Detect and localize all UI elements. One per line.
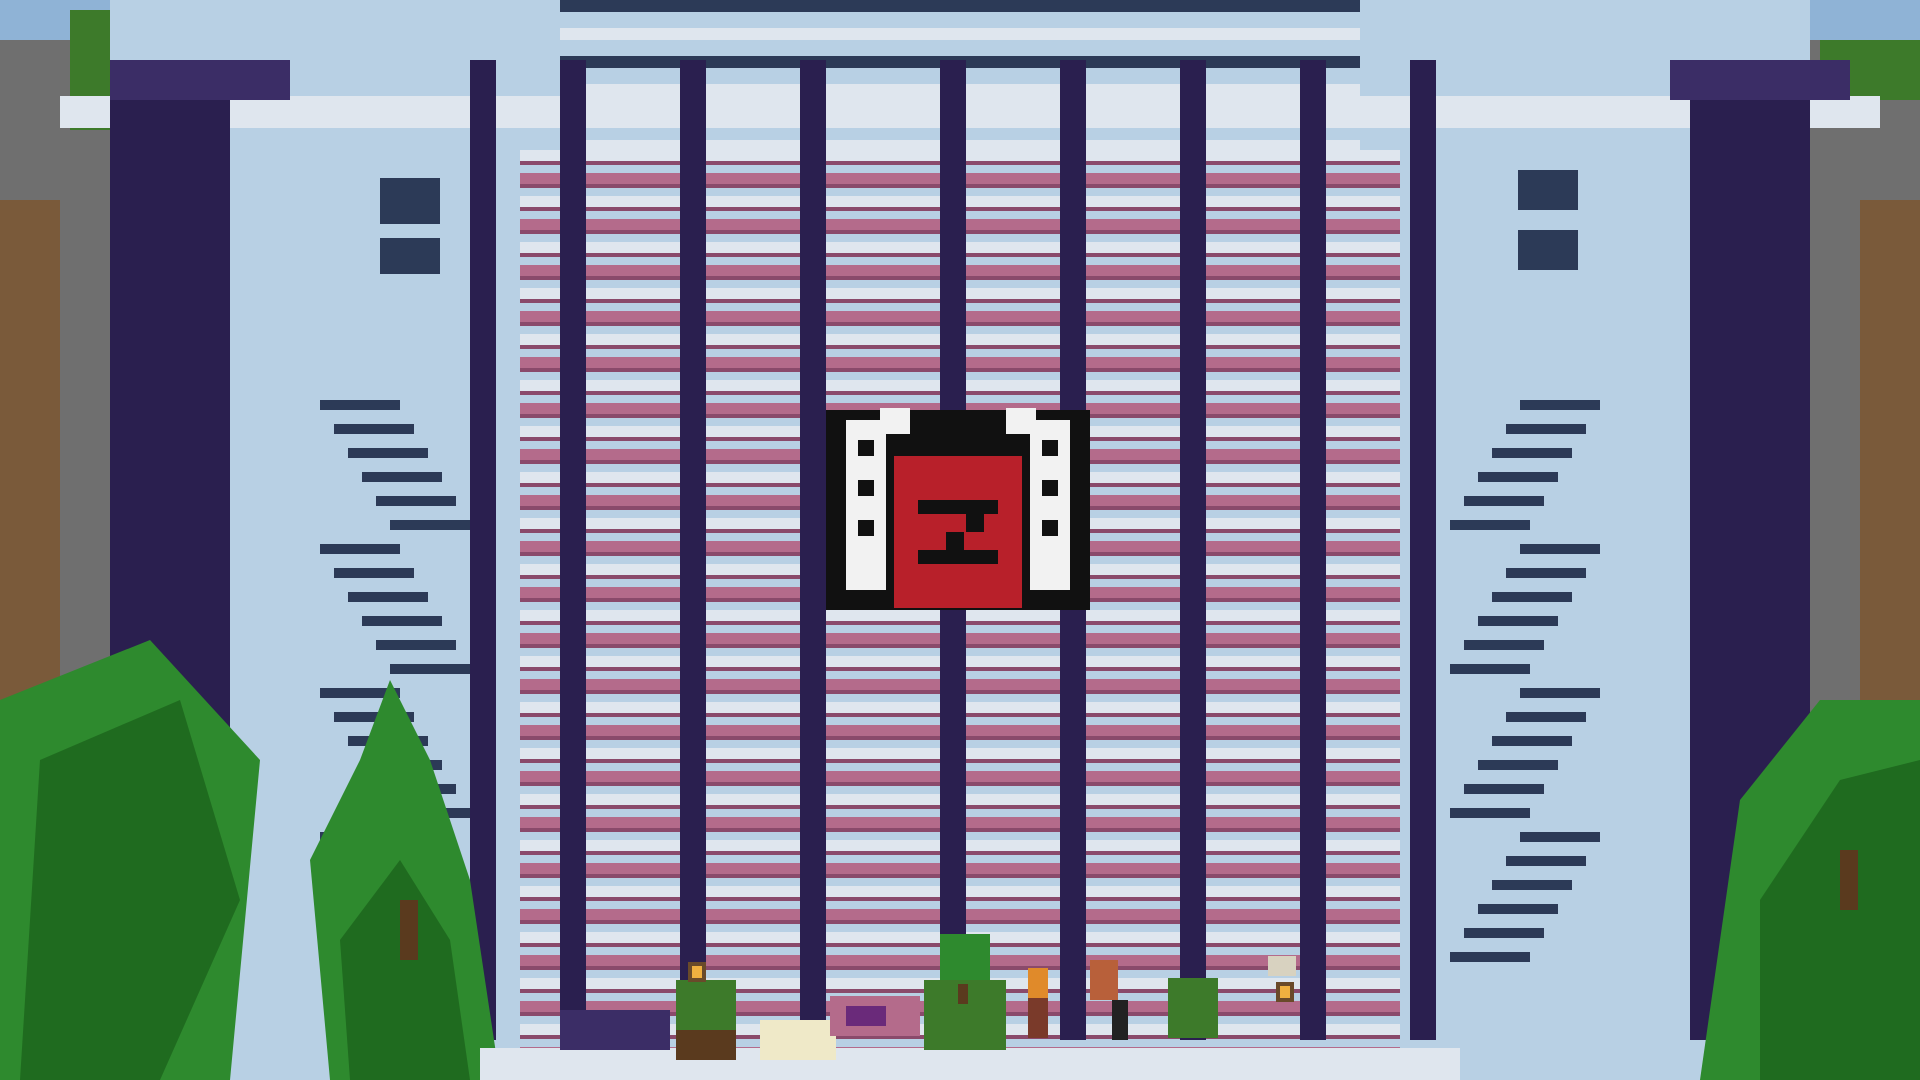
step-right: [1464, 784, 1544, 794]
step-right: [1492, 592, 1572, 602]
step-right: [1464, 640, 1544, 650]
shrub-icon: [1168, 978, 1218, 1038]
step-left: [334, 424, 414, 434]
step-right: [1478, 616, 1558, 626]
step-right: [1492, 736, 1572, 746]
step-right: [1478, 472, 1558, 482]
game-viewport: Z: [0, 0, 1920, 1080]
step-left: [390, 664, 470, 674]
step-left: [320, 400, 400, 410]
cornice: [60, 96, 1880, 128]
step-left: [348, 448, 428, 458]
step-left: [376, 640, 456, 650]
step-left: [390, 520, 470, 530]
step-right: [1464, 496, 1544, 506]
pillar: [560, 60, 586, 1040]
step-right: [1506, 712, 1586, 722]
step-right: [1478, 760, 1558, 770]
game-scene: Z: [0, 0, 1920, 1080]
stone-band: [560, 28, 1360, 40]
pillar: [800, 60, 826, 1040]
step-right: [1478, 904, 1558, 914]
grass-block-icon: [676, 980, 736, 1060]
step-right: [1450, 808, 1530, 818]
step-right: [1464, 928, 1544, 938]
step-left: [362, 472, 442, 482]
pillar: [1410, 60, 1436, 1040]
step-left: [376, 496, 456, 506]
step-left: [320, 544, 400, 554]
step-right: [1520, 688, 1600, 698]
step-right: [1492, 880, 1572, 890]
cliff-right: [1800, 40, 1920, 760]
pillar: [470, 60, 496, 1040]
step-right: [1520, 832, 1600, 842]
winged-z-emblem: Z: [826, 408, 1090, 610]
stone-band: [560, 0, 1360, 12]
step-right: [1520, 544, 1600, 554]
step-right: [1450, 664, 1530, 674]
step-right: [1506, 424, 1586, 434]
step-left: [362, 616, 442, 626]
step-right: [1450, 952, 1530, 962]
step-right: [1520, 400, 1600, 410]
pillar: [1300, 60, 1326, 1040]
step-right: [1492, 448, 1572, 458]
pillar: [680, 60, 706, 1040]
step-left: [334, 568, 414, 578]
step-right: [1506, 856, 1586, 866]
step-right: [1450, 520, 1530, 530]
step-left: [348, 592, 428, 602]
pillar-cap-left: [110, 60, 290, 100]
pillar: [1180, 60, 1206, 1040]
pillar-cap-right: [1670, 60, 1850, 100]
step-right: [1506, 568, 1586, 578]
